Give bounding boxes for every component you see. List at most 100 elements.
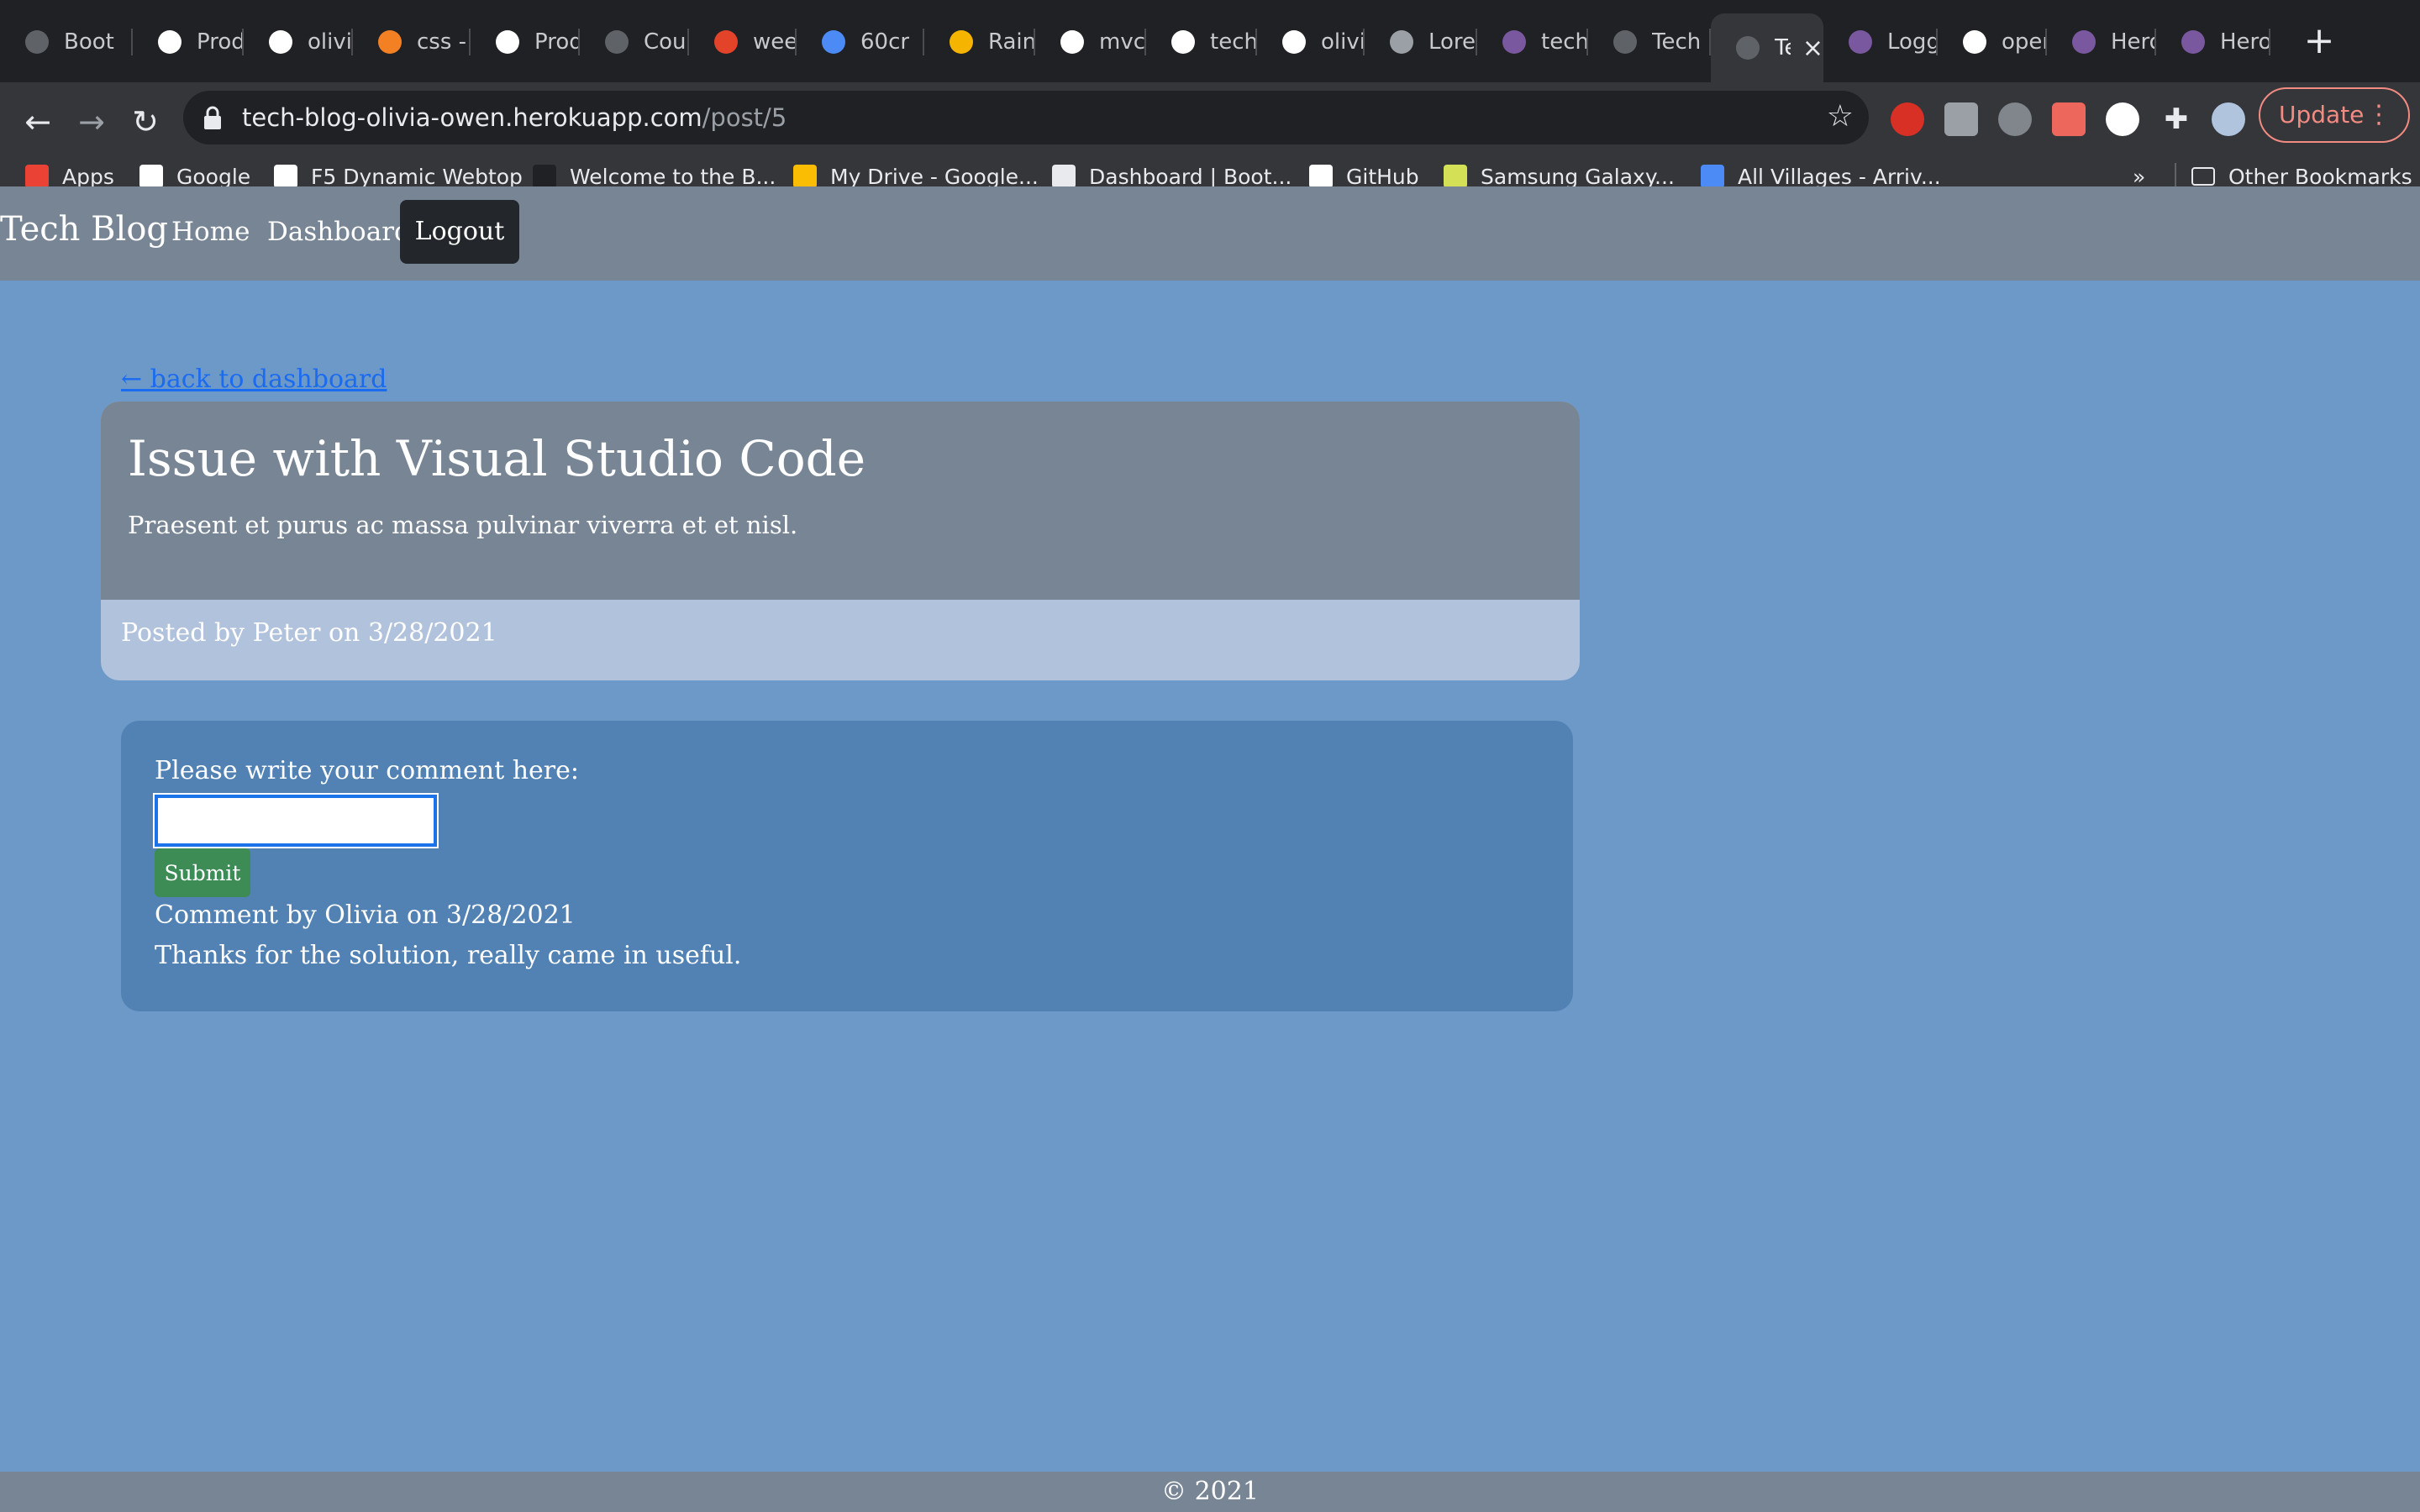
browser-tab-label: tech <box>1541 29 1588 55</box>
browser-toolbar: ← → ↻ tech-blog-olivia-owen.herokuapp.co… <box>0 82 2420 203</box>
lorem-icon <box>1390 30 1413 54</box>
site-brand[interactable]: Tech Blog <box>0 210 168 249</box>
github-icon <box>1282 30 1306 54</box>
browser-tab-label: olivia <box>308 29 353 55</box>
post-title: Issue with Visual Studio Code <box>128 430 866 487</box>
browser-tab-label: olivia <box>1321 29 1365 55</box>
google-icon <box>1963 30 1986 54</box>
browser-tab[interactable]: tech <box>1477 15 1588 69</box>
browser-tab-label: week <box>753 29 797 55</box>
adblock-extension-icon[interactable] <box>1891 102 1924 136</box>
browser-tab-label: Hero <box>2220 29 2270 55</box>
reload-icon[interactable]: ↻ <box>124 101 166 143</box>
gitlab-icon <box>714 30 738 54</box>
heroku-icon <box>2072 30 2096 54</box>
browser-tab[interactable]: Te × <box>1711 13 1823 82</box>
globe-icon <box>1613 30 1637 54</box>
folder-icon <box>2191 167 2215 186</box>
lock-icon <box>202 105 224 130</box>
post-body: Praesent et purus ac massa pulvinar vive… <box>128 511 798 539</box>
star-outline-icon <box>1701 165 1724 188</box>
drive-icon <box>793 165 817 188</box>
site-navbar: Tech Blog Home Dashboard Logout <box>0 186 2420 281</box>
browser-tab[interactable]: week <box>689 15 797 69</box>
browser-tab[interactable]: Lore <box>1365 15 1477 69</box>
browser-tab-label: Hero <box>2111 29 2156 55</box>
browser-tab[interactable]: mvc- <box>1035 15 1146 69</box>
browser-tab-label: Te <box>1775 35 1791 60</box>
logout-button[interactable]: Logout <box>400 200 519 264</box>
back-to-dashboard-link[interactable]: ← back to dashboard <box>121 365 387 394</box>
screen-extension-icon[interactable] <box>2052 102 2086 136</box>
profile-avatar[interactable] <box>2212 102 2245 136</box>
browser-tab-label: Boot <box>64 29 114 55</box>
github-icon <box>269 30 292 54</box>
browser-tab[interactable]: Logg <box>1823 15 1938 69</box>
browser-tab-label: Cour <box>644 29 689 55</box>
samsung-icon <box>1444 165 1467 188</box>
bookmark-label: Google <box>176 164 251 189</box>
nav-dashboard-link[interactable]: Dashboard <box>267 217 411 247</box>
menu-dots-icon[interactable]: ⋮ <box>2366 89 2391 141</box>
stackoverflow-icon <box>378 30 402 54</box>
extension-icon[interactable] <box>1944 102 1978 136</box>
browser-tab[interactable]: Boot <box>0 15 133 69</box>
bookmark-label: All Villages - Arriv... <box>1738 164 1941 189</box>
nav-home-link[interactable]: Home <box>171 217 250 247</box>
json-extension-icon[interactable] <box>2106 102 2139 136</box>
new-tab-button[interactable]: + <box>2297 20 2341 64</box>
heroku-icon <box>1849 30 1872 54</box>
bookmark-label: Apps <box>62 164 114 189</box>
rainbow-icon <box>950 30 973 54</box>
browser-tab[interactable]: Prod <box>471 15 580 69</box>
browser-tab[interactable]: Prod <box>133 15 244 69</box>
submit-comment-button[interactable]: Submit <box>155 848 250 897</box>
github-icon <box>1309 165 1333 188</box>
post-card: Issue with Visual Studio Code Praesent e… <box>101 402 1580 680</box>
browser-tab-label: Tech <box>1652 29 1702 55</box>
browser-tab-label: mvc- <box>1099 29 1146 55</box>
book-icon <box>533 165 556 188</box>
chat-extension-icon[interactable] <box>1998 102 2032 136</box>
browser-tab-strip: + Boot Prod olivia css - Prod Cour week 60cr Rai… <box>0 0 2420 82</box>
browser-tab[interactable]: olivia <box>244 15 353 69</box>
bookmark-label: Samsung Galaxy... <box>1481 164 1675 189</box>
browser-tab-label: Prod <box>534 29 580 55</box>
bookmark-label: My Drive - Google... <box>830 164 1039 189</box>
bookmark-label: Dashboard | Boot... <box>1089 164 1292 189</box>
browser-tab[interactable]: css - <box>353 15 471 69</box>
browser-tab[interactable]: Rain <box>924 15 1035 69</box>
forward-arrow-icon[interactable]: → <box>71 101 113 143</box>
browser-tab[interactable]: olivia <box>1257 15 1365 69</box>
browser-tab[interactable]: Tech <box>1588 15 1711 69</box>
heroku-icon <box>1502 30 1526 54</box>
on-icon <box>822 30 845 54</box>
bookmark-star-icon[interactable]: ☆ <box>1827 99 1854 134</box>
github-icon <box>1171 30 1195 54</box>
browser-tab[interactable]: Cour <box>580 15 689 69</box>
page-icon <box>496 30 519 54</box>
puzzle-extensions-icon[interactable]: ✚ <box>2160 102 2193 136</box>
comment-text: Thanks for the solution, really came in … <box>155 941 742 970</box>
address-bar[interactable]: tech-blog-olivia-owen.herokuapp.com/post… <box>183 91 1869 144</box>
bookmark-label: F5 Dynamic Webtop <box>311 164 523 189</box>
page-icon <box>158 30 182 54</box>
page-icon <box>274 165 297 188</box>
browser-tab-label: css - <box>417 29 467 55</box>
comment-input[interactable] <box>153 793 439 848</box>
browser-tab[interactable]: Hero <box>2156 15 2270 69</box>
browser-tab-label: Rain <box>988 29 1035 55</box>
browser-tab[interactable]: tech <box>1146 15 1257 69</box>
browser-tab[interactable]: open <box>1938 15 2047 69</box>
back-arrow-icon[interactable]: ← <box>17 101 59 143</box>
close-tab-icon[interactable]: × <box>1802 34 1823 63</box>
comment-meta: Comment by Olivia on 3/28/2021 <box>155 900 576 930</box>
globe-icon <box>605 30 629 54</box>
bookmark-label: GitHub <box>1346 164 1419 189</box>
update-button[interactable]: Update ⋮ <box>2259 87 2410 143</box>
browser-tab[interactable]: Hero <box>2047 15 2156 69</box>
globe-icon <box>1736 36 1760 60</box>
browser-tab[interactable]: 60cr <box>797 15 924 69</box>
address-url: tech-blog-olivia-owen.herokuapp.com/post… <box>242 103 787 132</box>
comment-form-label: Please write your comment here: <box>155 756 579 785</box>
